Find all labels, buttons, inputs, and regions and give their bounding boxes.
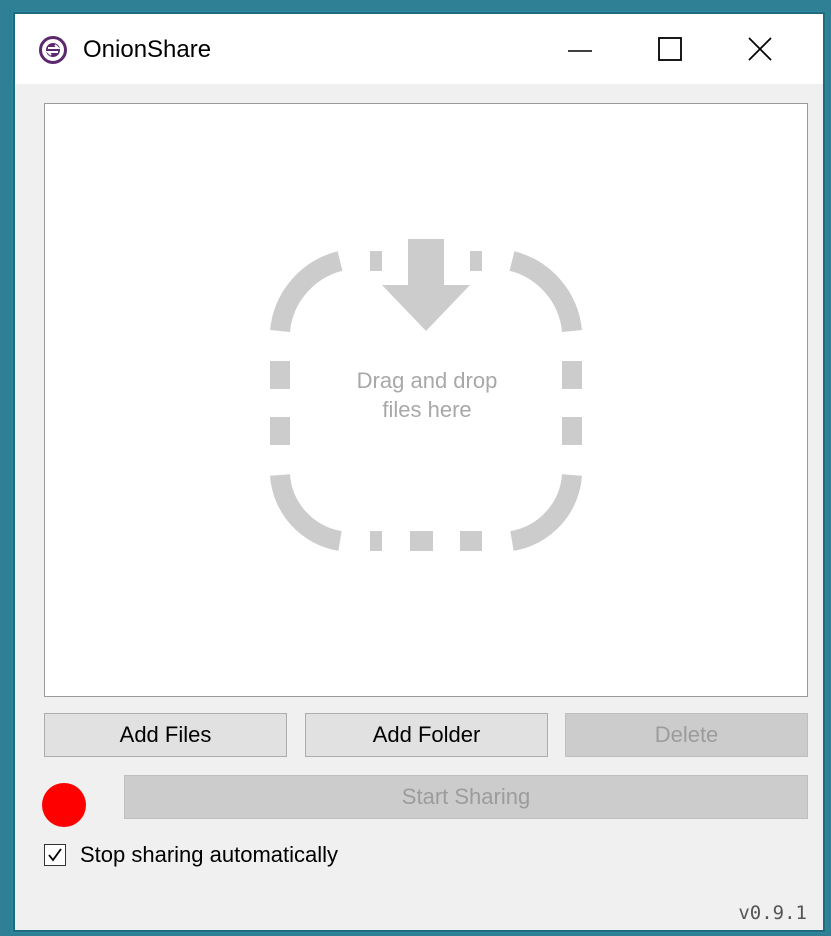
start-sharing-button[interactable]: Start Sharing <box>124 775 808 819</box>
drop-zone-hint: Drag and drop files here <box>307 366 547 424</box>
stop-sharing-automatically-checkbox[interactable] <box>44 844 66 866</box>
add-files-button[interactable]: Add Files <box>44 713 287 757</box>
window-title: OnionShare <box>83 36 212 63</box>
drop-zone-hint-line-1: Drag and drop <box>356 368 498 393</box>
version-label: v0.9.1 <box>738 902 807 924</box>
title-bar[interactable]: OnionShare <box>15 14 823 84</box>
drop-zone-hint-line-2: files here <box>382 397 472 422</box>
stop-sharing-automatically-label[interactable]: Stop sharing automatically <box>80 840 338 870</box>
minimize-button[interactable] <box>535 14 625 84</box>
delete-button[interactable]: Delete <box>565 713 808 757</box>
checkmark-icon <box>48 848 62 862</box>
close-icon <box>748 37 772 61</box>
server-status-indicator <box>42 783 86 827</box>
maximize-button[interactable] <box>625 14 715 84</box>
onionshare-logo-icon <box>39 36 67 64</box>
maximize-icon <box>658 37 682 61</box>
minimize-icon <box>568 50 592 52</box>
file-drop-zone[interactable]: Drag and drop files here <box>44 103 808 697</box>
add-folder-button[interactable]: Add Folder <box>305 713 548 757</box>
onionshare-window: OnionShare Drag and drop files here Add … <box>13 12 825 932</box>
close-button[interactable] <box>715 14 805 84</box>
